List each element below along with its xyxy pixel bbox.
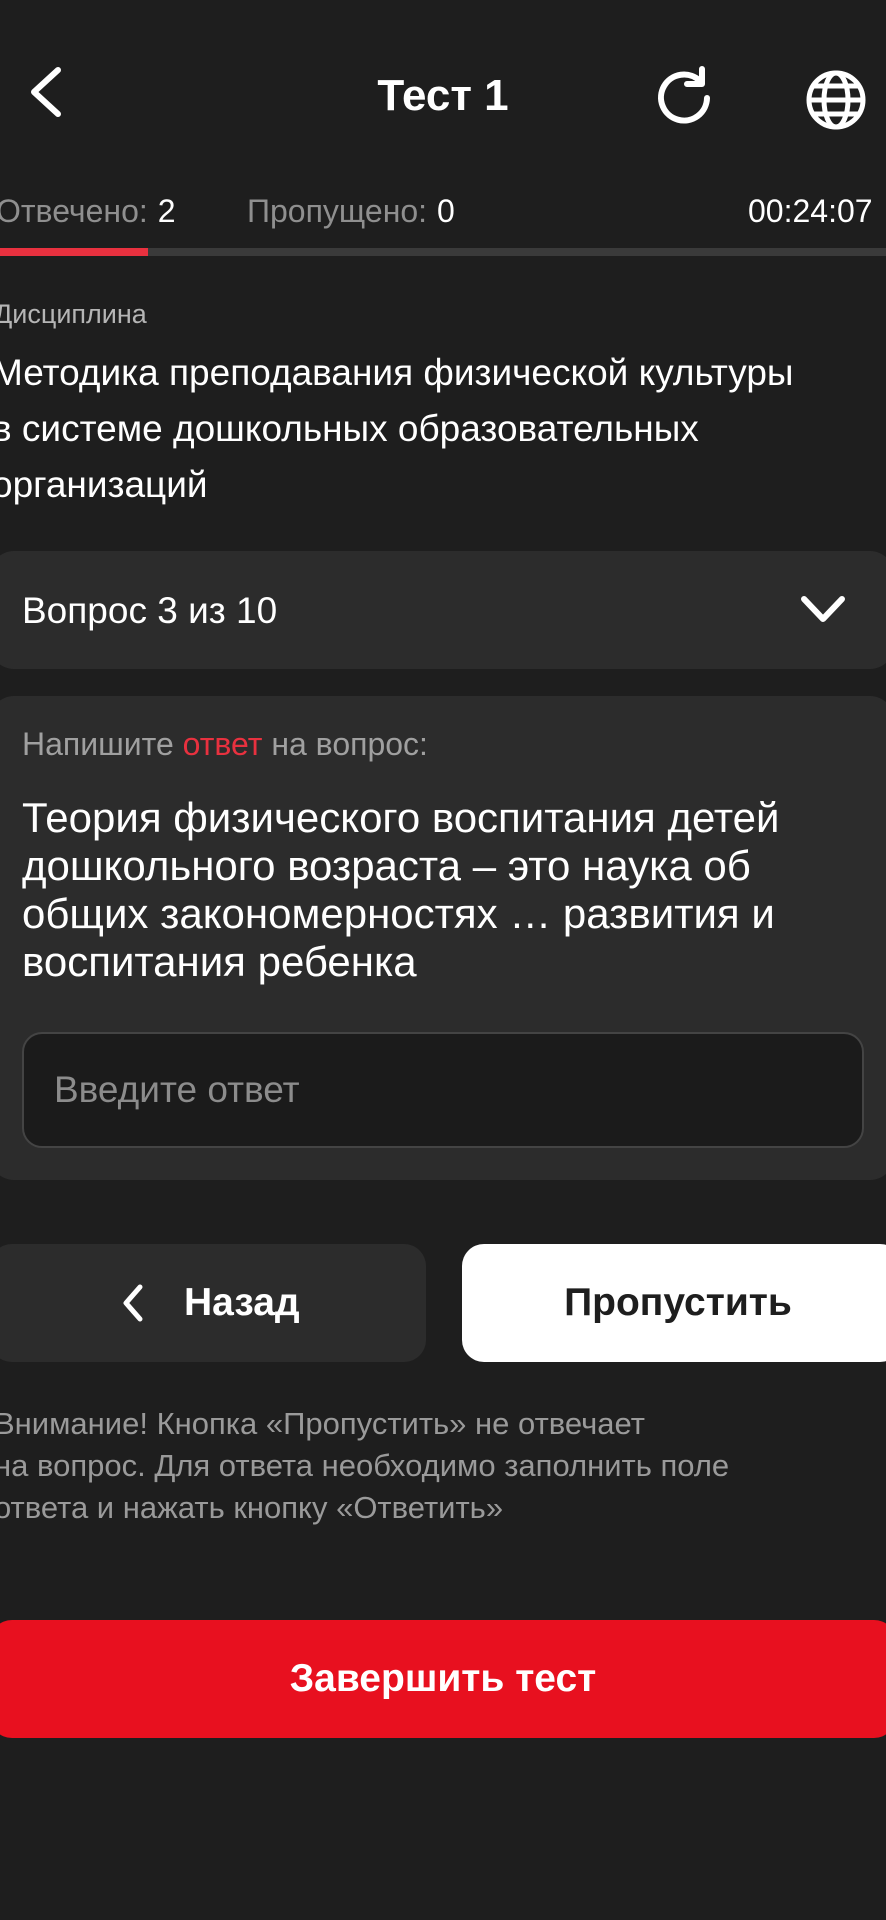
discipline-name: Методика преподавания физической культур… — [0, 352, 794, 505]
globe-icon — [806, 70, 866, 130]
question-card: Напишите ответ на вопрос: Теория физичес… — [0, 696, 886, 1180]
reload-button[interactable] — [650, 64, 718, 132]
skip-warning: Внимание! Кнопка «Пропустить» не отвечае… — [0, 1406, 730, 1525]
skipped-value: 0 — [437, 193, 455, 229]
finish-test-label: Завершить тест — [289, 1657, 597, 1700]
skip-button-label: Пропустить — [564, 1281, 792, 1324]
progress-fill — [0, 248, 148, 256]
question-counter: Вопрос 3 из 10 — [22, 590, 278, 631]
answered-label: Отвечено: — [0, 193, 148, 229]
chevron-down-icon — [801, 596, 845, 622]
reload-icon — [658, 66, 710, 124]
question-prompt: Напишите ответ на вопрос: — [22, 726, 428, 762]
skipped-label: Пропущено: — [247, 193, 428, 229]
finish-test-button[interactable]: Завершить тест — [0, 1620, 886, 1738]
timer: 00:24:07 — [748, 193, 873, 229]
page-title: Тест 1 — [377, 71, 509, 120]
discipline-label: Дисциплина — [0, 299, 147, 329]
language-button[interactable] — [800, 64, 872, 136]
answered-counter: Отвечено: 2 — [0, 186, 176, 236]
answered-value: 2 — [157, 193, 176, 229]
back-button[interactable]: Назад — [0, 1244, 426, 1362]
chevron-left-icon — [123, 1284, 143, 1322]
question-text: Теория физического воспитания детей дошк… — [22, 794, 780, 985]
skip-button[interactable]: Пропустить — [462, 1244, 886, 1362]
back-button-label: Назад — [184, 1281, 300, 1324]
progress-bar — [0, 248, 886, 256]
question-selector[interactable]: Вопрос 3 из 10 — [0, 551, 886, 669]
answer-input[interactable] — [22, 1032, 864, 1148]
skipped-counter: Пропущено: 0 — [247, 186, 455, 236]
